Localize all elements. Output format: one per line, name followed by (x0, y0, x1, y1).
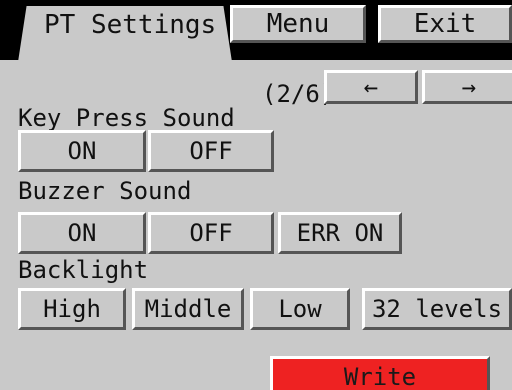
key-press-sound-on-button[interactable]: ON (18, 130, 146, 172)
key-press-sound-off-button[interactable]: OFF (148, 130, 274, 172)
backlight-label: Backlight (18, 256, 149, 284)
key-press-sound-label: Key Press Sound (18, 104, 235, 132)
menu-button[interactable]: Menu (230, 5, 366, 43)
buzzer-sound-err-on-button[interactable]: ERR ON (278, 212, 402, 254)
backlight-middle-button[interactable]: Middle (132, 288, 244, 330)
buzzer-sound-on-button[interactable]: ON (18, 212, 146, 254)
tab-pt-settings-label: PT Settings (44, 10, 217, 40)
exit-button[interactable]: Exit (378, 5, 512, 43)
backlight-high-button[interactable]: High (18, 288, 126, 330)
buzzer-sound-off-button[interactable]: OFF (148, 212, 274, 254)
backlight-low-button[interactable]: Low (250, 288, 350, 330)
write-button[interactable]: Write (270, 356, 490, 390)
next-page-button[interactable]: → (422, 70, 512, 104)
prev-page-button[interactable]: ← (324, 70, 418, 104)
pt-settings-screen: PT Settings Menu Exit (2/6) ← → Key Pres… (0, 0, 512, 390)
buzzer-sound-label: Buzzer Sound (18, 177, 192, 205)
backlight-32-levels-button[interactable]: 32 levels (362, 288, 512, 330)
